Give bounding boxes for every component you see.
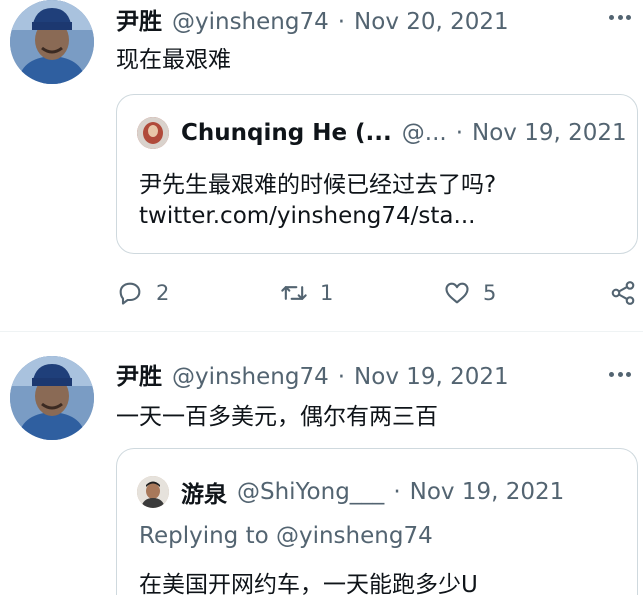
retweet-count: 1 — [320, 281, 334, 305]
tweet-header: 尹胜 @yinsheng74 · Nov 19, 2021 — [116, 357, 509, 391]
retweet-button[interactable]: 1 — [280, 279, 333, 307]
quote-author-name: 游泉 — [181, 482, 227, 508]
avatar[interactable] — [10, 356, 94, 440]
tweet-date[interactable]: Nov 19, 2021 — [354, 364, 509, 390]
quote-date: Nov 19, 2021 — [472, 120, 627, 146]
action-bar: 2 1 5 — [116, 279, 643, 309]
quote-avatar — [137, 476, 169, 508]
quote-tweet[interactable]: Chunqing He (... @... · Nov 19, 2021 尹先生… — [116, 94, 638, 254]
tweet-text: 现在最艰难 — [116, 47, 231, 73]
reply-icon — [119, 282, 141, 305]
quote-link[interactable]: twitter.com/yinsheng74/sta... — [139, 203, 475, 229]
quote-header: 游泉 @ShiYong___ · Nov 19, 2021 — [137, 475, 564, 509]
author-name[interactable]: 尹胜 — [116, 357, 162, 391]
share-button[interactable] — [609, 279, 637, 307]
tweet[interactable]: 尹胜 @yinsheng74 · Nov 20, 2021 现在最艰难 Chun… — [0, 0, 643, 331]
replying-to[interactable]: Replying to @yinsheng74 — [139, 523, 433, 549]
separator-dot: · — [337, 364, 346, 390]
retweet-icon — [281, 286, 307, 300]
more-icon[interactable] — [609, 371, 631, 377]
separator-dot: · — [455, 120, 464, 146]
share-icon — [611, 281, 635, 305]
separator-dot: · — [337, 9, 346, 35]
tweet[interactable]: 尹胜 @yinsheng74 · Nov 19, 2021 一天一百多美元，偶尔… — [0, 331, 643, 595]
separator-dot: · — [393, 479, 401, 505]
tweet-date[interactable]: Nov 20, 2021 — [354, 9, 509, 35]
like-count: 5 — [483, 281, 497, 305]
quote-header: Chunqing He (... @... · Nov 19, 2021 — [137, 117, 627, 149]
author-name[interactable]: 尹胜 — [116, 2, 162, 36]
quote-text: 尹先生最艰难的时候已经过去了吗? — [139, 172, 497, 198]
quote-author-handle: @ShiYong___ — [237, 479, 385, 505]
quote-avatar — [137, 117, 169, 149]
reply-count: 2 — [156, 281, 170, 305]
author-handle[interactable]: @yinsheng74 — [172, 364, 329, 390]
tweet-header: 尹胜 @yinsheng74 · Nov 20, 2021 — [116, 2, 509, 36]
avatar[interactable] — [10, 0, 94, 84]
like-button[interactable]: 5 — [443, 279, 496, 307]
quote-author-name: Chunqing He (... — [181, 120, 392, 146]
reply-button[interactable]: 2 — [116, 279, 169, 307]
tweet-text: 一天一百多美元，偶尔有两三百 — [116, 404, 438, 430]
quote-tweet[interactable]: 游泉 @ShiYong___ · Nov 19, 2021 Replying t… — [116, 448, 638, 595]
quote-text: 在美国开网约车，一天能跑多少U — [139, 572, 478, 595]
author-handle[interactable]: @yinsheng74 — [172, 9, 329, 35]
more-icon[interactable] — [609, 14, 631, 20]
quote-date: Nov 19, 2021 — [409, 479, 565, 505]
quote-author-handle: @... — [401, 120, 447, 146]
like-icon — [445, 282, 469, 304]
